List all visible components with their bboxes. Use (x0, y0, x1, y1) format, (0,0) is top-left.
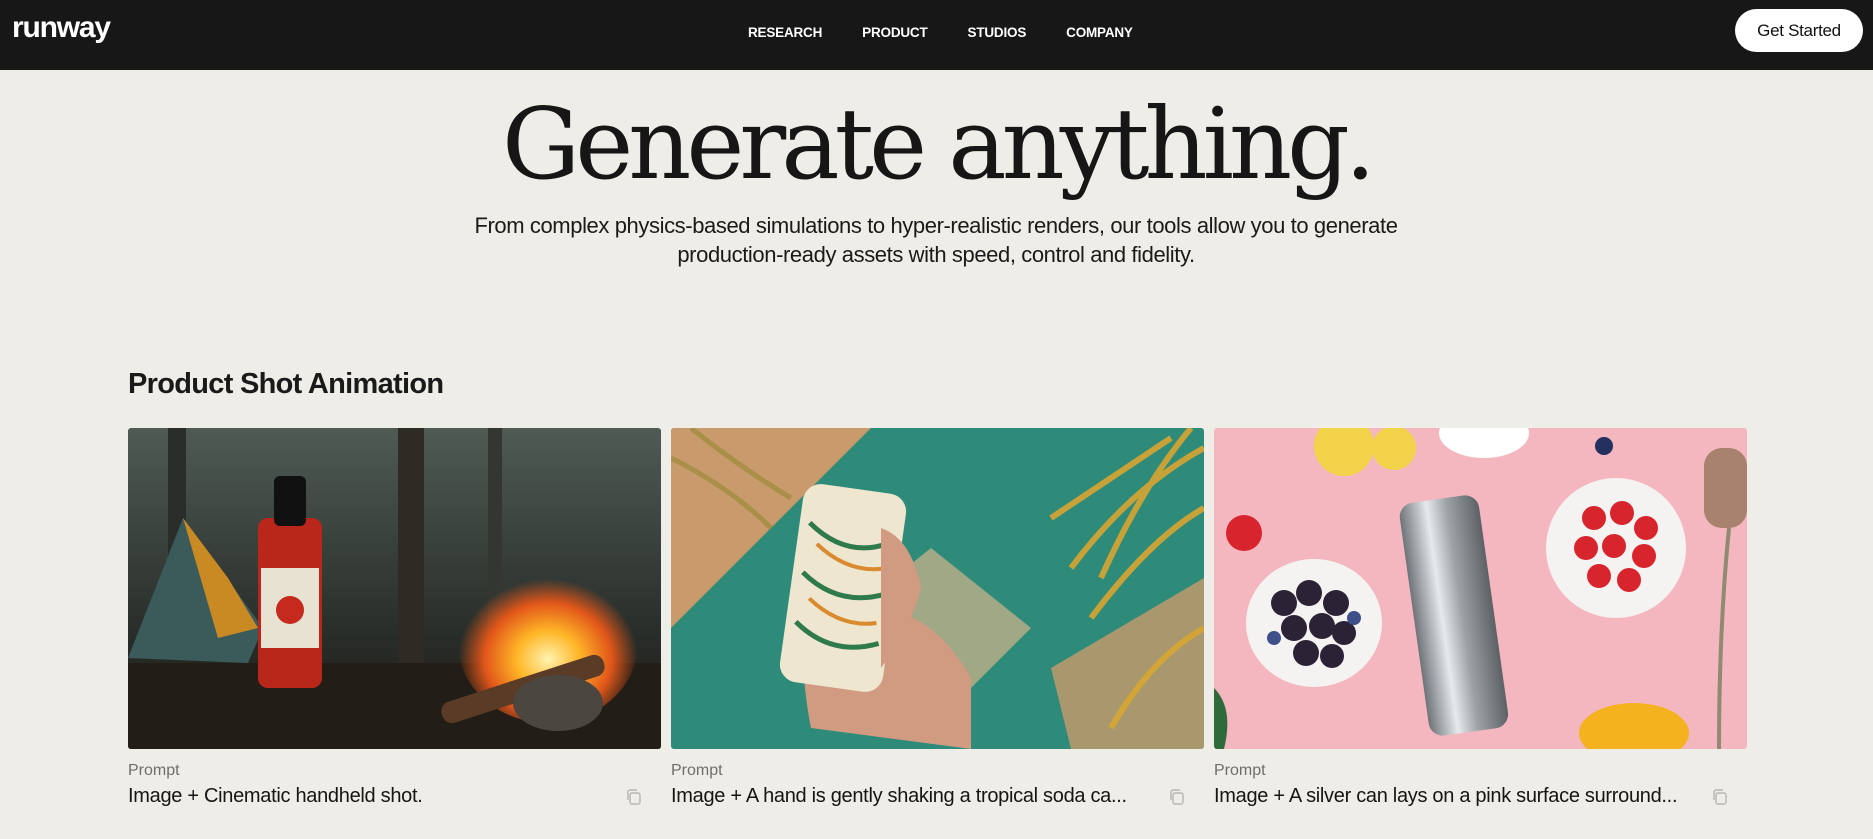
prompt-label: Prompt (128, 762, 180, 779)
tropical-soda-can-image[interactable] (671, 428, 1204, 749)
prompt-card: Prompt Image + A hand is gently shaking … (671, 428, 1204, 807)
copy-icon[interactable] (1168, 788, 1186, 806)
main-nav: RESEARCH PRODUCT STUDIOS COMPANY (748, 0, 1133, 64)
prompt-text: Image + A silver can lays on a pink surf… (1214, 785, 1678, 807)
hot-sauce-campfire-image[interactable] (128, 428, 661, 749)
hero-subtitle-line-2: production-ready assets with speed, cont… (677, 242, 1195, 267)
hero-title: Generate anything. (502, 88, 1376, 202)
prompt-card: Prompt Image + A silver can lays on a pi… (1214, 428, 1747, 807)
runway-logo[interactable]: runway (12, 8, 111, 48)
prompt-label: Prompt (1214, 762, 1266, 779)
nav-item-product[interactable]: PRODUCT (862, 25, 928, 40)
get-started-button[interactable]: Get Started (1735, 9, 1863, 52)
copy-icon[interactable] (1711, 788, 1729, 806)
silver-can-berries-image[interactable] (1214, 428, 1747, 749)
hero-subtitle: From complex physics-based simulations t… (436, 211, 1436, 269)
prompt-card: Prompt Image + Cinematic handheld shot. (128, 428, 661, 807)
prompt-text: Image + A hand is gently shaking a tropi… (671, 785, 1127, 807)
prompt-text: Image + Cinematic handheld shot. (128, 785, 423, 807)
nav-item-research[interactable]: RESEARCH (748, 25, 822, 40)
prompt-label: Prompt (671, 762, 723, 779)
copy-icon[interactable] (625, 788, 643, 806)
nav-item-studios[interactable]: STUDIOS (968, 25, 1027, 40)
nav-item-company[interactable]: COMPANY (1066, 25, 1133, 40)
section-title: Product Shot Animation (128, 368, 444, 400)
top-nav-bar: runway RESEARCH PRODUCT STUDIOS COMPANY … (0, 0, 1873, 70)
hero-subtitle-line-1: From complex physics-based simulations t… (474, 213, 1398, 238)
